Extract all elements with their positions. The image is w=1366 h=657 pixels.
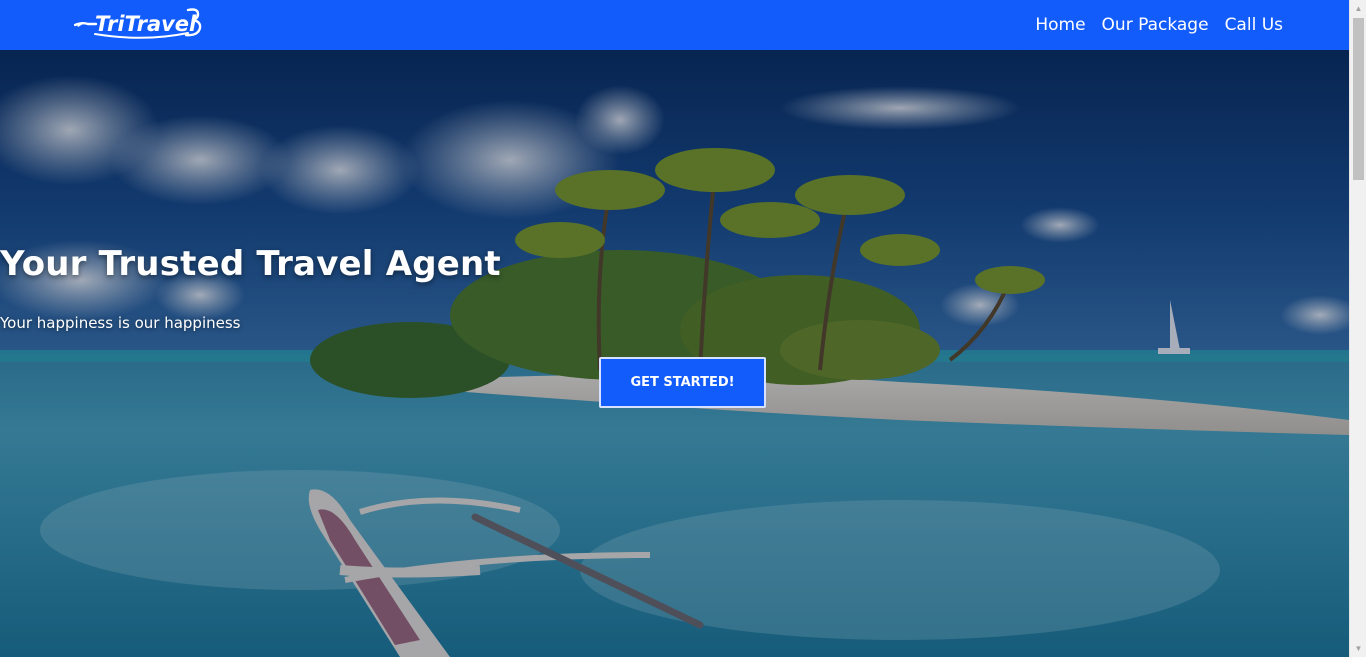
hero-section bbox=[0, 50, 1349, 657]
scrollbar-thumb[interactable] bbox=[1353, 18, 1364, 180]
triangle-up-icon[interactable]: ▲ bbox=[1350, 0, 1366, 17]
nav-call-us-link[interactable]: Call Us bbox=[1225, 15, 1283, 35]
brand-logo[interactable]: TriTravel bbox=[74, 6, 206, 42]
vertical-scrollbar[interactable]: ▲ ▼ bbox=[1349, 0, 1366, 657]
svg-text:TriTravel: TriTravel bbox=[95, 12, 197, 36]
nav-our-package-link[interactable]: Our Package bbox=[1102, 15, 1209, 35]
hero-title: Your Trusted Travel Agent bbox=[0, 244, 501, 284]
hero-overlay bbox=[0, 50, 1349, 657]
nav-menu: Home Our Package Call Us bbox=[1035, 0, 1283, 50]
hero-subtitle: Your happiness is our happiness bbox=[0, 314, 241, 332]
triangle-down-icon[interactable]: ▼ bbox=[1350, 640, 1366, 657]
nav-home-link[interactable]: Home bbox=[1035, 15, 1085, 35]
get-started-button[interactable]: GET STARTED! bbox=[599, 357, 766, 408]
navbar: TriTravel Home Our Package Call Us bbox=[0, 0, 1349, 50]
